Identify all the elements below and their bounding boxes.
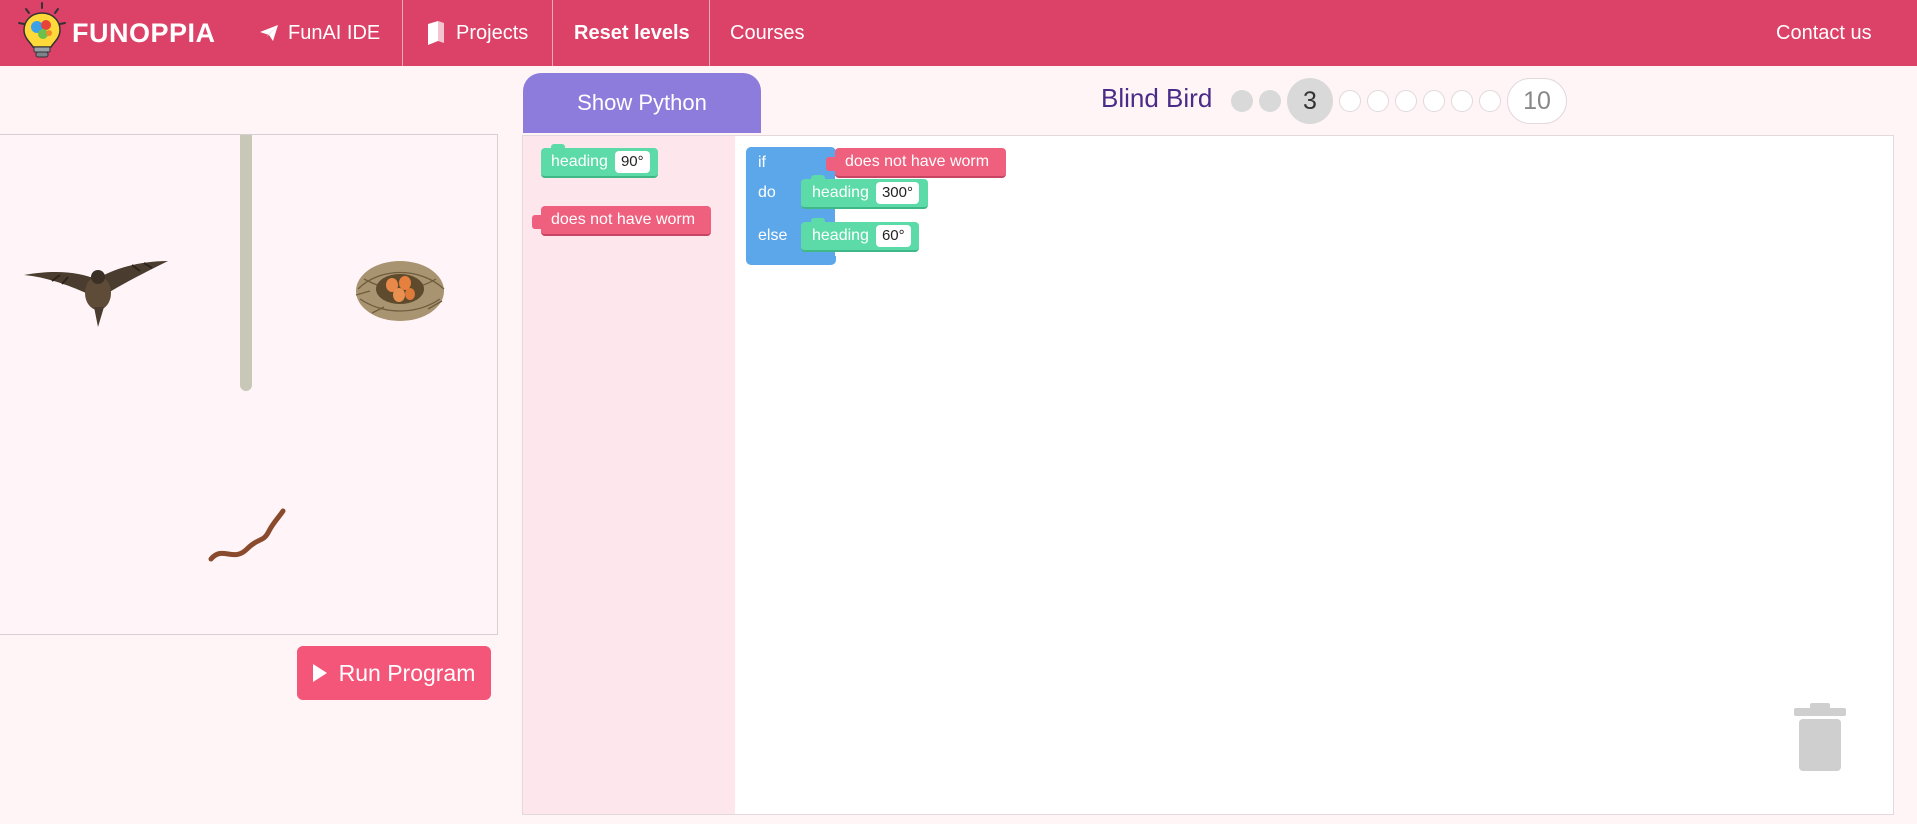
blockly-workspace[interactable] (522, 135, 1894, 815)
nav-projects[interactable]: Projects (426, 0, 528, 66)
nav-reset-levels[interactable]: Reset levels (574, 0, 690, 66)
heading-angle-field[interactable]: 90° (614, 151, 650, 173)
paper-plane-icon (260, 25, 278, 41)
wall-obstacle (240, 135, 252, 391)
level-dot-final[interactable]: 10 (1507, 78, 1567, 124)
level-dot-completed[interactable] (1259, 90, 1281, 112)
toolbox-condition-block[interactable]: does not have worm (532, 206, 711, 236)
brand-logo[interactable]: FUNOPPIA (16, 1, 216, 66)
heading-block-label: heading (551, 153, 608, 170)
nest-sprite (350, 249, 450, 334)
do-heading-block[interactable]: heading 300° (801, 175, 928, 209)
else-heading-block[interactable]: heading 60° (801, 218, 919, 252)
nav-projects-label: Projects (456, 21, 529, 44)
brand-name: FUNOPPIA (72, 17, 216, 48)
nav-divider (402, 0, 403, 66)
nav-divider (552, 0, 553, 66)
level-dot-completed[interactable] (1231, 90, 1253, 112)
if-condition-block[interactable]: does not have worm (826, 148, 1006, 178)
nav-contact-us[interactable]: Contact us (1776, 0, 1872, 66)
trash-icon[interactable] (1792, 703, 1848, 778)
nav-divider (709, 0, 710, 66)
play-icon (312, 664, 327, 682)
level-progress: 3 10 (1231, 78, 1573, 124)
book-icon (426, 21, 446, 45)
else-heading-angle-field[interactable]: 60° (875, 225, 911, 247)
nav-funai-ide[interactable]: FunAI IDE (260, 0, 380, 66)
game-stage (0, 134, 498, 635)
level-dot-locked[interactable] (1395, 90, 1417, 112)
do-heading-angle-field[interactable]: 300° (875, 182, 919, 204)
level-dot-locked[interactable] (1339, 90, 1361, 112)
nav-courses[interactable]: Courses (730, 0, 804, 66)
run-program-label: Run Program (338, 659, 476, 686)
level-dot-locked[interactable] (1367, 90, 1389, 112)
block-toolbox (523, 136, 735, 814)
worm-sprite (207, 505, 287, 570)
level-dot-current[interactable]: 3 (1287, 78, 1333, 124)
level-dot-locked[interactable] (1423, 90, 1445, 112)
run-program-button[interactable]: Run Program (297, 646, 491, 700)
level-dot-locked[interactable] (1451, 90, 1473, 112)
bird-sprite (22, 251, 170, 336)
lightbulb-logo-icon (16, 1, 68, 66)
show-python-tab[interactable]: Show Python (523, 73, 761, 133)
if-label: if (758, 154, 766, 171)
else-heading-label: heading (812, 227, 869, 244)
do-label: do (758, 184, 776, 201)
else-label: else (758, 227, 788, 244)
nav-funai-ide-label: FunAI IDE (288, 21, 381, 44)
condition-block-label: does not have worm (551, 211, 696, 228)
do-heading-label: heading (812, 184, 869, 201)
toolbox-heading-block[interactable]: heading 90° (541, 144, 658, 178)
level-dot-locked[interactable] (1479, 90, 1501, 112)
if-condition-label: does not have worm (845, 153, 990, 170)
top-navbar: FUNOPPIA FunAI IDE Projects Reset levels… (0, 0, 1917, 66)
level-title: Blind Bird (1101, 83, 1213, 113)
